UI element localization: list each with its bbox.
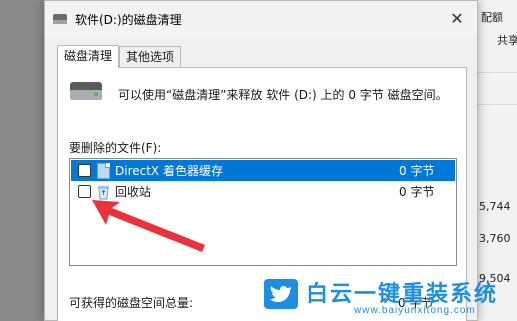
item-label: 回收站 xyxy=(115,185,152,199)
drive-icon xyxy=(53,13,67,25)
file-icon xyxy=(97,162,110,179)
bg-tab-quota[interactable]: 配额 xyxy=(481,9,503,25)
files-to-delete-list[interactable]: DirectX 着色器缓存 0 字节 回收站 0 字节 xyxy=(69,158,457,266)
tab-disk-cleanup[interactable]: 磁盘清理 xyxy=(57,45,120,68)
item-label: DirectX 着色器缓存 xyxy=(115,164,223,178)
list-item-directx-cache[interactable]: DirectX 着色器缓存 0 字节 xyxy=(71,160,455,181)
close-button[interactable]: ✕ xyxy=(437,1,477,35)
window-title: 软件(D:)的磁盘清理 xyxy=(75,12,182,27)
watermark-url: www.baiyunxitong.com xyxy=(354,305,476,316)
bg-value: 5,744 xyxy=(479,200,511,213)
title-bar[interactable]: 软件(D:)的磁盘清理 xyxy=(45,1,477,37)
item-size: 0 字节 xyxy=(399,185,435,199)
directx-cache-checkbox[interactable] xyxy=(78,164,91,177)
tab-strip: 磁盘清理 其他选项 xyxy=(57,45,182,68)
recycle-bin-checkbox[interactable] xyxy=(78,185,91,198)
bg-tab-share[interactable]: 共享 xyxy=(497,32,517,48)
close-icon: ✕ xyxy=(450,8,464,28)
files-to-delete-label: 要删除的文件(F): xyxy=(69,141,162,155)
list-item-recycle-bin[interactable]: 回收站 0 字节 xyxy=(71,181,455,202)
watermark: 白云一键重装系统 www.baiyunxitong.com xyxy=(258,271,517,321)
item-size: 0 字节 xyxy=(399,164,435,178)
watermark-title: 白云一键重装系统 xyxy=(306,282,499,307)
tab-more-options[interactable]: 其他选项 xyxy=(119,46,182,68)
bg-value: 3,760 xyxy=(479,232,511,245)
bird-logo-icon xyxy=(264,279,298,309)
recycle-bin-icon xyxy=(97,184,110,200)
cleanup-description: 可以使用“磁盘清理”来释放 软件 (D:) 上的 0 字节 磁盘空间。 xyxy=(118,88,448,102)
space-gain-label: 可获得的磁盘空间总量: xyxy=(69,296,194,310)
hard-drive-icon xyxy=(70,82,102,102)
